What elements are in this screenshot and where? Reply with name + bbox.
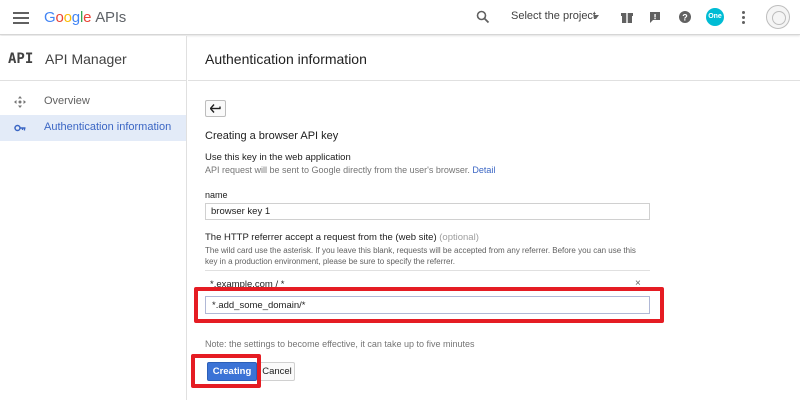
api-logo: API <box>8 51 34 67</box>
one-badge-icon[interactable]: One <box>706 8 724 26</box>
sidebar-item-label: Overview <box>44 95 90 107</box>
key-name-input[interactable] <box>205 203 650 220</box>
settings-footnote: Note: the settings to become effective, … <box>205 339 475 349</box>
usage-heading: Use this key in the web application <box>205 152 351 163</box>
key-icon <box>14 124 26 132</box>
sidebar-title: API Manager <box>45 51 127 67</box>
move-icon <box>14 96 26 108</box>
project-select[interactable]: Select the project <box>511 10 596 22</box>
name-label: name <box>205 190 228 200</box>
referrer-label: The HTTP referrer accept a request from … <box>205 232 479 243</box>
svg-text:?: ? <box>682 13 688 23</box>
back-button[interactable] <box>205 100 226 117</box>
gift-icon[interactable] <box>620 10 634 24</box>
sidebar: API API Manager Overview Authentication … <box>0 36 187 400</box>
logo-letter: G <box>44 9 56 26</box>
form-title: Creating a browser API key <box>205 130 339 142</box>
logo-letter: o <box>55 9 64 26</box>
logo-apis-text: APIs <box>95 9 127 26</box>
search-icon[interactable] <box>476 10 490 24</box>
sidebar-header: API API Manager <box>0 36 186 81</box>
more-vert-icon[interactable] <box>742 11 745 26</box>
referrer-label-text: The HTTP referrer accept a request from … <box>205 232 437 243</box>
main-content: Authentication information Creating a br… <box>188 36 800 400</box>
menu-icon[interactable] <box>13 12 29 24</box>
page-title: Authentication information <box>205 51 367 67</box>
sidebar-item-authentication[interactable]: Authentication information <box>0 115 186 141</box>
avatar[interactable] <box>766 5 790 29</box>
logo-letter: o <box>63 9 72 26</box>
referrer-description: The wild card use the asterisk. If you l… <box>205 246 636 266</box>
detail-link[interactable]: Detail <box>472 165 495 175</box>
chevron-down-icon[interactable] <box>593 15 599 19</box>
top-app-bar: Google APIs Select the project ? One <box>0 0 800 35</box>
feedback-icon[interactable] <box>648 10 662 24</box>
help-icon[interactable]: ? <box>678 10 692 24</box>
logo-letter: g <box>71 9 80 26</box>
sidebar-item-overview[interactable]: Overview <box>0 89 186 115</box>
arrow-back-icon <box>210 104 221 113</box>
sidebar-item-label: Authentication information <box>44 121 172 133</box>
highlight-box <box>194 287 664 323</box>
divider <box>205 270 650 271</box>
cancel-button[interactable]: Cancel <box>259 362 295 381</box>
optional-tag: (optional) <box>439 232 479 243</box>
usage-note-text: API request will be sent to Google direc… <box>205 165 470 175</box>
logo-letter: e <box>83 9 92 26</box>
highlight-box <box>191 354 261 388</box>
google-apis-logo[interactable]: Google APIs <box>44 9 126 26</box>
usage-note: API request will be sent to Google direc… <box>205 165 495 175</box>
main-header: Authentication information <box>188 36 800 81</box>
